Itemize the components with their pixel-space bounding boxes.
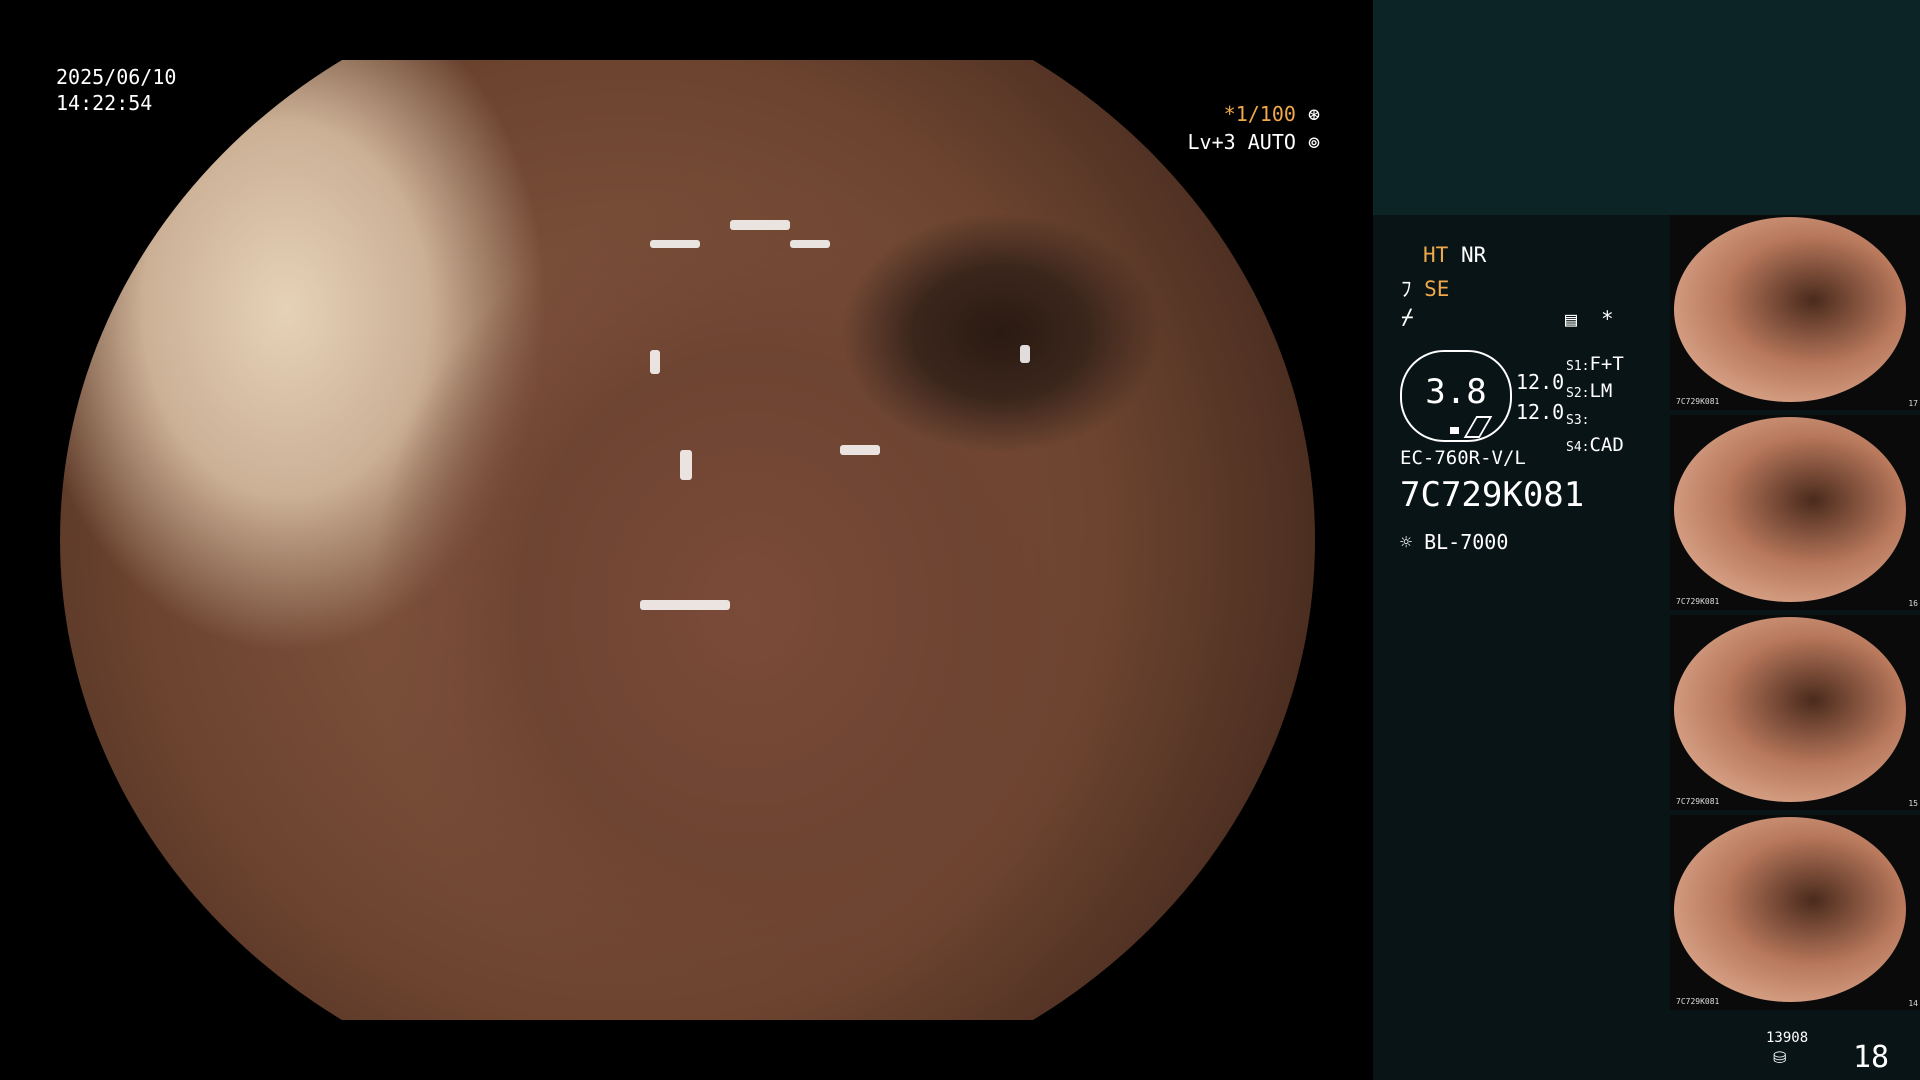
gauge-marker — [1450, 427, 1459, 434]
zoom-gauge: 3.8 — [1400, 350, 1512, 442]
scope-model: EC-760R-V/L — [1400, 447, 1526, 469]
thumbnail-strip: 7C729K081 17 7C729K081 16 7C729K081 15 7… — [1670, 215, 1920, 1015]
thumbnail[interactable]: 7C729K081 17 — [1670, 215, 1920, 410]
exposure-info: *1/100 ⊛ Lv+3 AUTO ⊚ — [1188, 100, 1320, 156]
right-panel: HT NR ﾌ SE ⌿ ▤ * 3.8 12.0 12.0 S1:F+T S2… — [1373, 0, 1920, 1080]
gauge-value: 3.8 — [1425, 372, 1487, 412]
value-2: 12.0 — [1516, 400, 1565, 424]
panel-top-area — [1373, 0, 1920, 215]
nr-label: NR — [1460, 243, 1487, 267]
s1-row: S1:F+T — [1566, 353, 1624, 375]
se-label: SE — [1424, 277, 1450, 301]
scope-serial: 7C729K081 — [1400, 475, 1585, 515]
structure-icon: ﾌ — [1401, 277, 1412, 301]
s4-row: S4:CAD — [1566, 434, 1624, 456]
gauge-tab — [1463, 416, 1493, 438]
level-label: Lv+3 — [1187, 130, 1236, 154]
shutter-speed: *1/100 — [1223, 102, 1296, 126]
timestamp: 2025/06/10 14:22:54 — [56, 64, 176, 116]
date-label: 2025/06/10 — [56, 65, 177, 89]
thumbnail[interactable]: 7C729K081 16 — [1670, 415, 1920, 610]
thumbnail[interactable]: 7C729K081 15 — [1670, 615, 1920, 810]
endoscope-view — [60, 60, 1315, 1020]
shutter-icon: ⊛ — [1307, 102, 1320, 126]
light-source: BL-7000 — [1424, 530, 1509, 554]
endoscope-image — [60, 60, 1315, 1020]
image-count: 18 — [1853, 1040, 1890, 1075]
info-panel: HT NR ﾌ SE ⌿ ▤ * 3.8 12.0 12.0 S1:F+T S2… — [1373, 215, 1673, 1080]
ht-label: HT — [1423, 243, 1449, 267]
color-icon: ⌿ — [1401, 305, 1414, 329]
light-source-icon: ☼ — [1400, 530, 1413, 554]
storage-count: 13908 — [1766, 1030, 1809, 1046]
s3-row: S3: — [1566, 413, 1590, 428]
auto-icon: ⊚ — [1307, 130, 1320, 154]
menu-icon: ▤ — [1565, 307, 1578, 331]
value-1: 12.0 — [1516, 370, 1565, 394]
time-label: 14:22:54 — [56, 91, 153, 115]
asterisk-label: * — [1601, 307, 1614, 331]
thumbnail[interactable]: 7C729K081 14 — [1670, 815, 1920, 1010]
mode-label: AUTO — [1247, 130, 1296, 154]
storage-icon: ⛁ — [1773, 1048, 1787, 1067]
s2-row: S2:LM — [1566, 380, 1613, 402]
